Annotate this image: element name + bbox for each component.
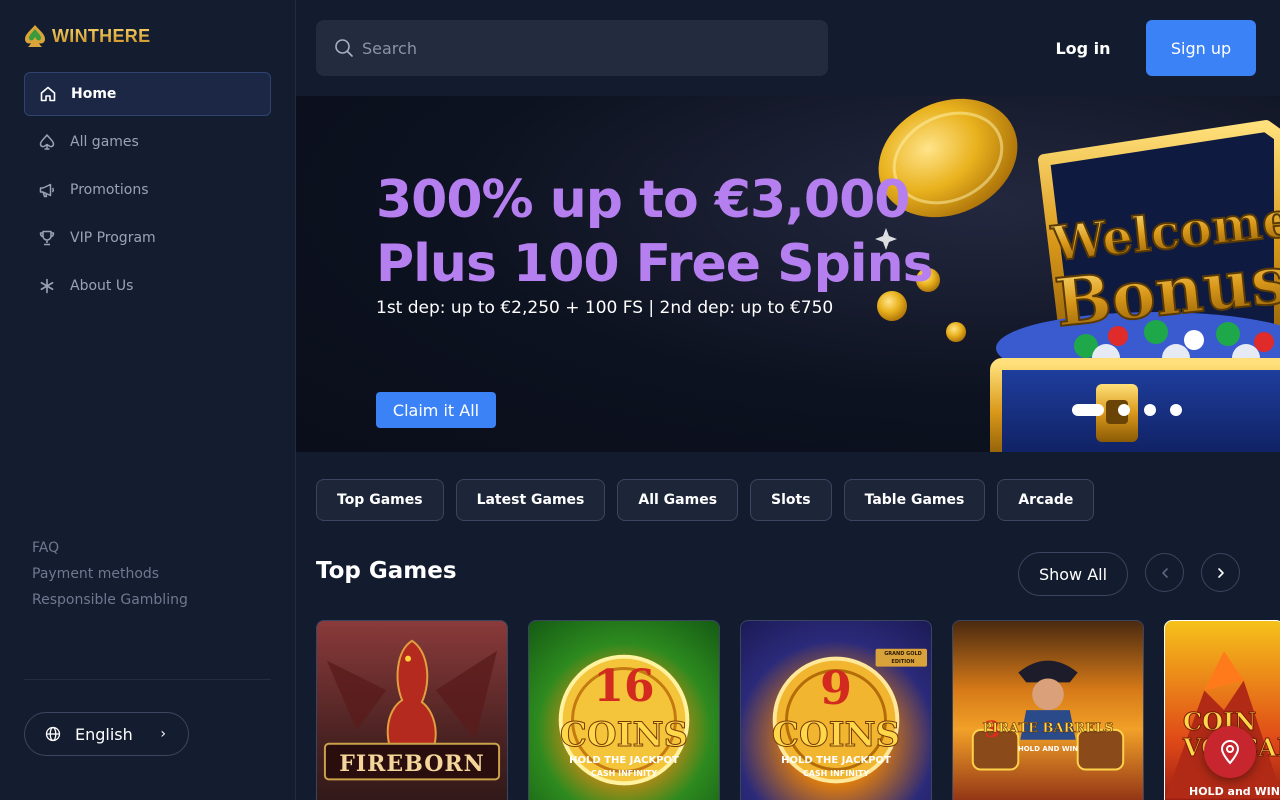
faq-link[interactable]: FAQ — [32, 535, 188, 561]
carousel-dot[interactable] — [1144, 404, 1156, 416]
search-icon — [335, 39, 353, 57]
sidebar-footer-links: FAQ Payment methods Responsible Gambling — [32, 535, 188, 613]
banner-subtitle: 1st dep: up to €2,250 + 100 FS | 2nd dep… — [376, 298, 834, 318]
game-title-number: 9 — [819, 661, 852, 715]
game-tagline: HOLD AND WIN — [1017, 745, 1079, 753]
sidebar-item-label: All games — [70, 134, 139, 150]
game-tagline: HOLD THE JACKPOT — [781, 755, 891, 766]
sidebar-item-promotions[interactable]: Promotions — [24, 168, 271, 212]
sidebar-item-home[interactable]: Home — [24, 72, 271, 116]
carousel-pagination — [1072, 404, 1182, 416]
search-bar[interactable] — [316, 20, 828, 76]
game-subtag: CASH INFINITY — [590, 769, 658, 778]
chat-pin-icon — [1220, 740, 1240, 765]
banner-headline-line-2: Plus 100 Free Spins — [376, 234, 934, 294]
asterisk-icon — [40, 278, 54, 294]
login-button[interactable]: Log in — [1040, 20, 1126, 76]
trophy-icon — [39, 230, 55, 246]
chevron-left-icon — [1161, 567, 1168, 578]
carousel-prev-button[interactable] — [1145, 553, 1184, 592]
game-card-3-pirate-barrels[interactable]: 3 PIRATE BARRELS HOLD AND WIN — [952, 620, 1144, 800]
game-title: COINS — [559, 715, 689, 756]
globe-icon — [45, 726, 61, 742]
promo-banner[interactable]: Welcome Bonus 300% up to €3,000 Plus 100… — [296, 96, 1280, 452]
tab-slots[interactable]: Slots — [750, 479, 832, 521]
sidebar-item-label: About Us — [70, 278, 134, 294]
sidebar: WINTHERE Home All games Promotions VIP P… — [0, 0, 296, 800]
game-category-tabs: Top Games Latest Games All Games Slots T… — [316, 479, 1095, 521]
home-icon — [40, 86, 56, 102]
banner-headline-line-1: 300% up to €3,000 — [376, 170, 910, 230]
show-all-button[interactable]: Show All — [1018, 552, 1128, 596]
game-card-fireborn[interactable]: FIREBORN — [316, 620, 508, 800]
tab-top-games[interactable]: Top Games — [316, 479, 444, 521]
section-title: Top Games — [316, 558, 457, 584]
responsible-gambling-link[interactable]: Responsible Gambling — [32, 587, 188, 613]
game-title: COINS — [771, 715, 901, 756]
sidebar-item-label: Home — [71, 86, 117, 102]
carousel-next-button[interactable] — [1201, 553, 1240, 592]
game-card-9-coins[interactable]: GRAND GOLD EDITION 9 COINS HOLD THE JACK… — [740, 620, 932, 800]
carousel-dot[interactable] — [1118, 404, 1130, 416]
tab-latest-games[interactable]: Latest Games — [455, 479, 606, 521]
megaphone-icon — [39, 183, 54, 198]
sidebar-item-label: VIP Program — [70, 230, 156, 246]
signup-button[interactable]: Sign up — [1146, 20, 1256, 76]
claim-bonus-button[interactable]: Claim it All — [376, 392, 496, 428]
pirate-artwork — [971, 660, 1125, 771]
live-chat-button[interactable] — [1204, 726, 1256, 778]
tab-table-games[interactable]: Table Games — [843, 479, 986, 521]
sidebar-item-about-us[interactable]: About Us — [24, 264, 271, 308]
sidebar-nav: Home All games Promotions VIP Program Ab… — [24, 72, 271, 312]
game-subtag: CASH INFINITY — [802, 769, 870, 778]
banner-headline: 300% up to €3,000 Plus 100 Free Spins — [376, 168, 934, 296]
game-title-number: 16 — [593, 661, 655, 712]
game-tagline: HOLD THE JACKPOT — [569, 755, 679, 766]
game-title: PIRATE BARRELS — [982, 721, 1114, 737]
sidebar-item-label: Promotions — [70, 182, 149, 198]
game-title: FIREBORN — [339, 751, 485, 777]
brand-name: WINTHERE — [52, 25, 151, 46]
language-label: English — [75, 724, 133, 744]
sidebar-item-vip-program[interactable]: VIP Program — [24, 216, 271, 260]
game-tagline: HOLD and WIN — [1189, 785, 1280, 798]
sidebar-divider — [24, 679, 271, 680]
chevron-right-icon — [1217, 567, 1224, 578]
spade-logo-icon — [25, 25, 45, 47]
spade-icon — [39, 134, 55, 150]
chevron-right-icon: › — [160, 726, 166, 742]
carousel-dot[interactable] — [1170, 404, 1182, 416]
tab-arcade[interactable]: Arcade — [997, 479, 1095, 521]
search-input[interactable] — [362, 38, 802, 58]
brand-logo[interactable]: WINTHERE — [24, 24, 150, 48]
game-card-16-coins[interactable]: 16 COINS HOLD THE JACKPOT CASH INFINITY — [528, 620, 720, 800]
language-selector[interactable]: English › — [24, 712, 189, 756]
tab-all-games[interactable]: All Games — [617, 479, 739, 521]
payment-methods-link[interactable]: Payment methods — [32, 561, 188, 587]
carousel-dot[interactable] — [1072, 404, 1104, 416]
sidebar-item-all-games[interactable]: All games — [24, 120, 271, 164]
